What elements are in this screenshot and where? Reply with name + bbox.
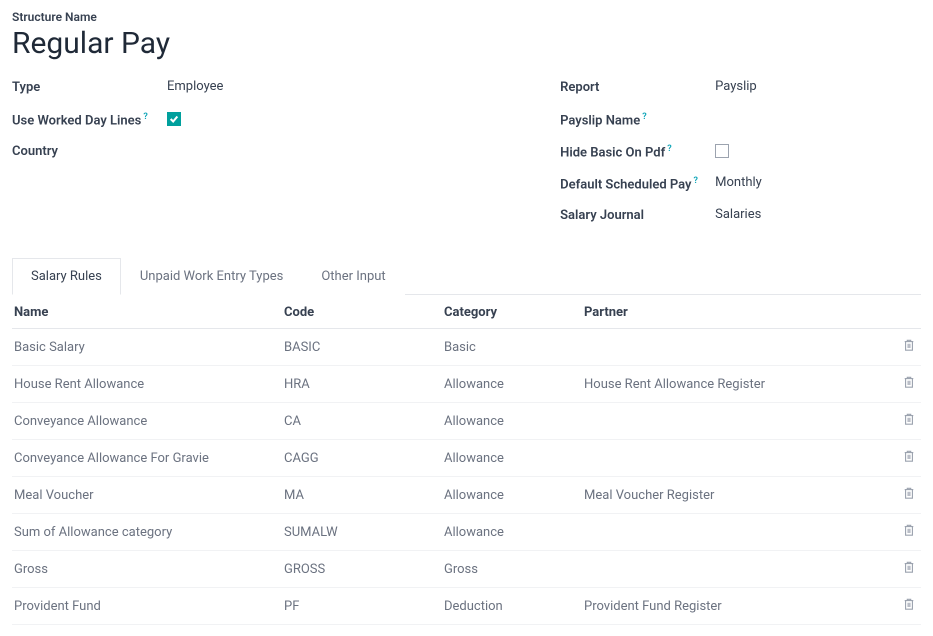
rule-name: House Rent Allowance bbox=[12, 366, 282, 403]
rule-code: PF bbox=[282, 588, 442, 625]
help-icon[interactable]: ? bbox=[143, 112, 147, 122]
table-row[interactable]: Conveyance AllowanceCAAllowance bbox=[12, 403, 921, 440]
rule-partner bbox=[582, 403, 891, 440]
rule-partner bbox=[582, 551, 891, 588]
use-worked-day-lines-checkbox[interactable] bbox=[167, 112, 181, 126]
report-label: Report bbox=[560, 79, 715, 97]
tab-unpaid-work-entry-types[interactable]: Unpaid Work Entry Types bbox=[121, 258, 302, 295]
rule-category: Allowance bbox=[442, 477, 582, 514]
rule-partner bbox=[582, 514, 891, 551]
rule-partner bbox=[582, 329, 891, 366]
col-header-code[interactable]: Code bbox=[282, 295, 442, 329]
salary-journal-value[interactable]: Salaries bbox=[715, 207, 921, 222]
table-row[interactable]: Meal VoucherMAAllowanceMeal Voucher Regi… bbox=[12, 477, 921, 514]
rule-category: Allowance bbox=[442, 366, 582, 403]
rule-category: Allowance bbox=[442, 440, 582, 477]
use-worked-day-lines-label: Use Worked Day Lines? bbox=[12, 111, 167, 130]
trash-icon[interactable] bbox=[903, 338, 915, 352]
table-row[interactable]: GrossGROSSGross bbox=[12, 551, 921, 588]
rule-code: CA bbox=[282, 403, 442, 440]
trash-icon[interactable] bbox=[903, 412, 915, 426]
trash-icon[interactable] bbox=[903, 523, 915, 537]
col-header-category[interactable]: Category bbox=[442, 295, 582, 329]
help-icon[interactable]: ? bbox=[694, 176, 698, 186]
help-icon[interactable]: ? bbox=[642, 112, 646, 122]
table-row[interactable]: Conveyance Allowance For GravieCAGGAllow… bbox=[12, 440, 921, 477]
table-row[interactable]: Sum of Allowance categorySUMALWAllowance bbox=[12, 514, 921, 551]
table-row[interactable]: Provident FundPFDeductionProvident Fund … bbox=[12, 588, 921, 625]
hide-basic-checkbox[interactable] bbox=[715, 144, 729, 158]
rule-partner: Meal Voucher Register bbox=[582, 477, 891, 514]
rule-name: Provident Fund bbox=[12, 588, 282, 625]
report-value[interactable]: Payslip bbox=[715, 79, 921, 94]
rule-category: Basic bbox=[442, 329, 582, 366]
table-row[interactable]: House Rent AllowanceHRAAllowanceHouse Re… bbox=[12, 366, 921, 403]
rule-partner: Provident Fund Register bbox=[582, 588, 891, 625]
rule-category: Gross bbox=[442, 551, 582, 588]
salary-rules-table: Name Code Category Partner Basic SalaryB… bbox=[12, 295, 921, 625]
tab-salary-rules[interactable]: Salary Rules bbox=[12, 258, 121, 295]
trash-icon[interactable] bbox=[903, 560, 915, 574]
structure-name-label: Structure Name bbox=[12, 10, 921, 24]
rule-partner bbox=[582, 440, 891, 477]
salary-journal-label: Salary Journal bbox=[560, 207, 715, 225]
rule-name: Meal Voucher bbox=[12, 477, 282, 514]
tabs: Salary RulesUnpaid Work Entry TypesOther… bbox=[12, 257, 921, 295]
type-value[interactable]: Employee bbox=[167, 79, 530, 94]
table-row[interactable]: Basic SalaryBASICBasic bbox=[12, 329, 921, 366]
help-icon[interactable]: ? bbox=[667, 144, 671, 154]
payslip-name-label: Payslip Name? bbox=[560, 111, 715, 130]
rule-code: MA bbox=[282, 477, 442, 514]
rule-code: HRA bbox=[282, 366, 442, 403]
rule-code: CAGG bbox=[282, 440, 442, 477]
default-scheduled-pay-label: Default Scheduled Pay? bbox=[560, 175, 715, 194]
page-title[interactable]: Regular Pay bbox=[12, 26, 921, 61]
trash-icon[interactable] bbox=[903, 486, 915, 500]
hide-basic-label: Hide Basic On Pdf? bbox=[560, 143, 715, 162]
form-right-column: Report Payslip Payslip Name? Hide Basic … bbox=[560, 79, 921, 239]
trash-icon[interactable] bbox=[903, 597, 915, 611]
form-left-column: Type Employee Use Worked Day Lines? Coun… bbox=[12, 79, 530, 239]
type-label: Type bbox=[12, 79, 167, 97]
rule-name: Basic Salary bbox=[12, 329, 282, 366]
default-scheduled-pay-value[interactable]: Monthly bbox=[715, 175, 921, 190]
tab-other-input[interactable]: Other Input bbox=[302, 258, 404, 295]
rule-code: GROSS bbox=[282, 551, 442, 588]
rule-name: Conveyance Allowance For Gravie bbox=[12, 440, 282, 477]
trash-icon[interactable] bbox=[903, 375, 915, 389]
country-label: Country bbox=[12, 143, 167, 161]
rule-code: SUMALW bbox=[282, 514, 442, 551]
rule-name: Sum of Allowance category bbox=[12, 514, 282, 551]
col-header-name[interactable]: Name bbox=[12, 295, 282, 329]
rule-category: Allowance bbox=[442, 514, 582, 551]
rule-name: Gross bbox=[12, 551, 282, 588]
trash-icon[interactable] bbox=[903, 449, 915, 463]
rule-name: Conveyance Allowance bbox=[12, 403, 282, 440]
rule-code: BASIC bbox=[282, 329, 442, 366]
rule-partner: House Rent Allowance Register bbox=[582, 366, 891, 403]
rule-category: Allowance bbox=[442, 403, 582, 440]
col-header-partner[interactable]: Partner bbox=[582, 295, 891, 329]
rule-category: Deduction bbox=[442, 588, 582, 625]
